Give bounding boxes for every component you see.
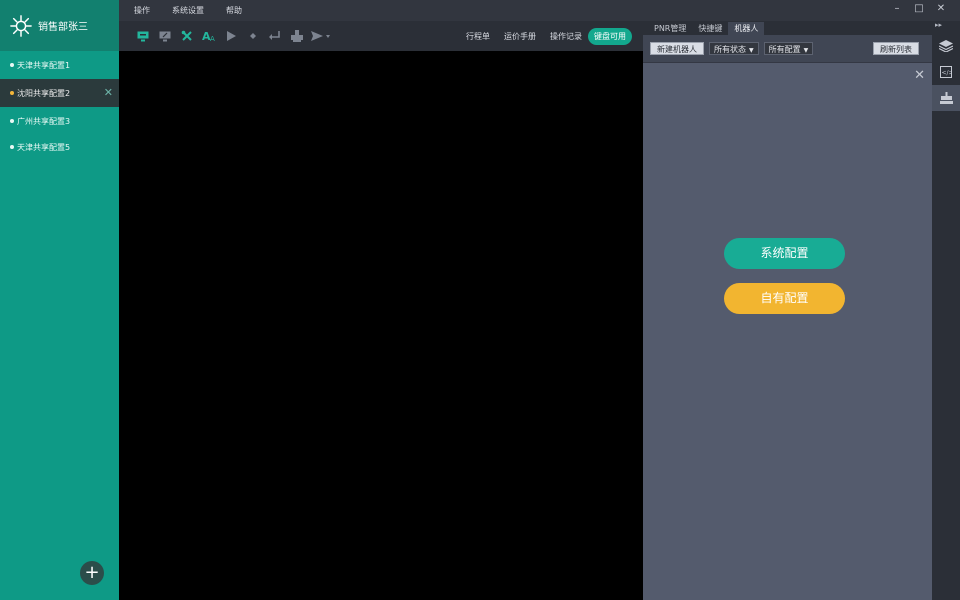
keyboard-status-badge[interactable]: 键盘可用 [588,28,632,45]
close-window-button[interactable]: ✕ [930,3,952,14]
status-dot [10,119,14,123]
tools-icon[interactable] [176,30,198,42]
play-icon[interactable] [220,31,242,41]
maximize-button[interactable]: □ [908,3,930,14]
session-item-2[interactable]: 沈阳共享配置2 ✕ [0,79,119,107]
add-session-button[interactable]: + [80,561,104,585]
status-dot [10,91,14,95]
screen-edit-icon[interactable] [154,31,176,42]
close-icon[interactable]: ✕ [104,87,113,98]
code-icon[interactable]: </> [932,59,960,85]
status-filter-value: 所有状态 [714,45,746,54]
fare-manual-link[interactable]: 运价手册 [504,31,536,42]
system-config-button[interactable]: 系统配置 [724,238,845,269]
logo-icon [10,14,32,37]
menu-system-settings[interactable]: 系统设置 [172,5,204,16]
config-filter-select[interactable]: 所有配置 ▼ [763,42,814,55]
font-size-icon[interactable]: AA [198,30,220,42]
minimize-button[interactable]: – [886,3,908,14]
expand-icon[interactable]: ▸▸ [932,21,960,33]
operation-log-link[interactable]: 操作记录 [550,31,582,42]
monitor-icon[interactable] [132,31,154,42]
robot-icon[interactable] [932,85,960,111]
session-label: 天津共享配置5 [17,142,71,152]
menu-bar: 操作 系统设置 帮助 – □ ✕ [119,0,960,21]
itinerary-link[interactable]: 行程单 [466,31,490,42]
config-filter-value: 所有配置 [768,45,801,54]
enter-icon[interactable] [264,31,286,41]
svg-text:A: A [210,35,215,42]
status-filter-select[interactable]: 所有状态 ▼ [709,42,759,55]
tab-robot[interactable]: 机器人 [728,22,765,35]
terminal-screen[interactable] [119,51,643,600]
window-controls: – □ ✕ [886,3,952,14]
right-rail: ▸▸ </> [932,21,960,600]
layers-icon[interactable] [932,33,960,59]
tab-pnr-management[interactable]: PNR管理 [648,23,692,35]
send-icon[interactable] [308,31,334,41]
close-icon[interactable]: ✕ [914,68,925,83]
session-item-4[interactable]: 天津共享配置5 [0,135,119,159]
session-label: 沈阳共享配置2 [17,88,71,98]
sidebar: 销售部张三 天津共享配置1 沈阳共享配置2 ✕ 广州共享配置3 天津共享配置5 … [0,0,119,600]
print-icon[interactable] [286,30,308,42]
session-item-3[interactable]: 广州共享配置3 [0,107,119,135]
tab-shortcuts[interactable]: 快捷键 [692,23,728,35]
own-config-button[interactable]: 自有配置 [724,283,845,314]
menu-help[interactable]: 帮助 [226,5,242,16]
session-label: 天津共享配置1 [17,60,71,70]
toolbar: AA 行程单 运价手册 操作记录 键盘可用 [119,21,643,51]
robot-toolbar: 新建机器人 所有状态 ▼ 所有配置 ▼ 刷新列表 [643,35,932,63]
dot-icon[interactable] [242,33,264,39]
session-label: 广州共享配置3 [17,116,71,126]
right-panel: PNR管理 快捷键 机器人 新建机器人 所有状态 ▼ 所有配置 ▼ 刷新列表 ✕ 系… [643,21,932,600]
new-robot-button[interactable]: 新建机器人 [650,42,704,55]
menu-operate[interactable]: 操作 [134,5,150,16]
sidebar-header: 销售部张三 [0,0,119,51]
svg-text:</>: </> [942,70,953,77]
status-dot [10,145,14,149]
toolbar-links: 行程单 运价手册 操作记录 键盘可用 [452,28,632,45]
caret-down-icon: ▼ [803,47,809,54]
status-dot [10,63,14,67]
refresh-list-button[interactable]: 刷新列表 [873,42,919,55]
panel-tabs: PNR管理 快捷键 机器人 [643,21,932,35]
user-name: 销售部张三 [38,22,88,33]
caret-down-icon: ▼ [749,47,754,54]
session-item-1[interactable]: 天津共享配置1 [0,51,119,79]
